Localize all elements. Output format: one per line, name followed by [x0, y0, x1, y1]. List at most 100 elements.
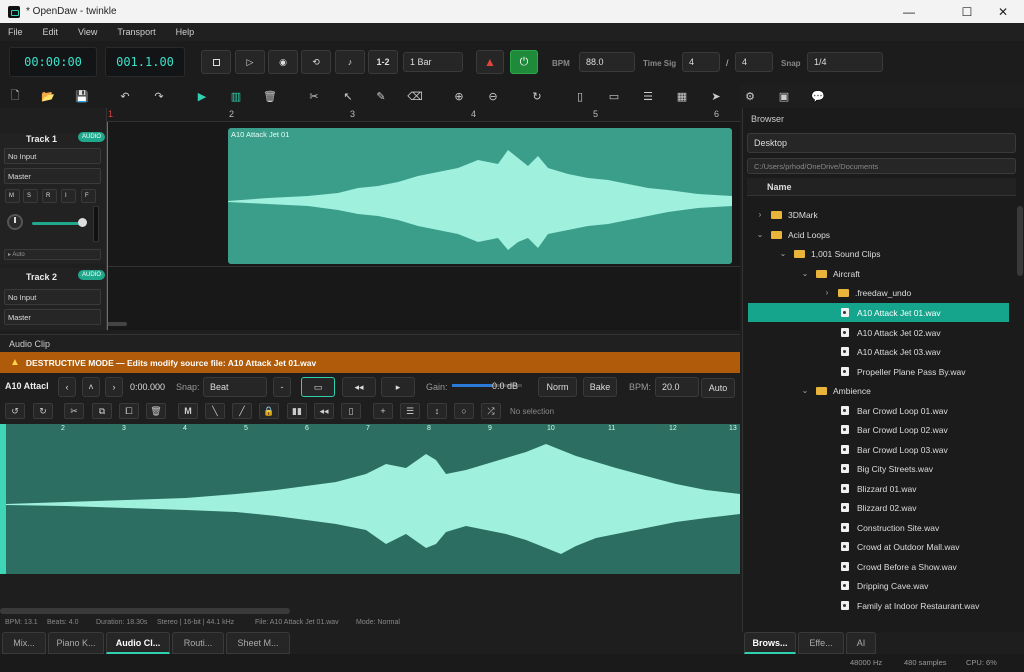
track-1-pan-knob[interactable]	[7, 214, 23, 230]
tree-file[interactable]: Bar Crowd Loop 02.wav	[743, 420, 1009, 439]
gain-slider[interactable]	[452, 384, 492, 387]
tree-file[interactable]: Blizzard 01.wav	[743, 479, 1009, 498]
tree-file[interactable]: Bar Crowd Loop 01.wav	[743, 401, 1009, 420]
tree-file-selected[interactable]: A10 Attack Jet 01.wav	[748, 303, 1009, 322]
menu-transport[interactable]: Transport	[117, 27, 155, 37]
timeline-ruler[interactable]: 1 2 3 4 5 6	[107, 108, 740, 122]
paste-icon[interactable]: ⧠	[119, 403, 139, 419]
track-1-solo-button[interactable]: S	[23, 189, 38, 203]
shuffle-icon[interactable]: ⤮	[481, 403, 501, 419]
track-2-input-select[interactable]: No Input	[4, 289, 101, 305]
track-1-header[interactable]: Track 1 AUDIO No Input Master M S R I F …	[0, 132, 106, 264]
browser-path-field[interactable]: C:/Users/prhod/OneDrive/Documents	[747, 158, 1016, 174]
close-button[interactable]: ✕	[980, 0, 1024, 23]
settings-gear-icon[interactable]: ⚙	[742, 88, 758, 104]
bars-icon[interactable]: ▮▮	[287, 403, 307, 419]
arrange-scrollbar[interactable]	[107, 322, 127, 326]
tree-file[interactable]: Crowd at Outdoor Mall.wav	[743, 537, 1009, 556]
snap-decrease-button[interactable]: -	[273, 377, 291, 397]
punch-button[interactable]: ▲	[476, 50, 504, 74]
circle-icon[interactable]: ○	[454, 403, 474, 419]
document-icon[interactable]: ▯	[572, 88, 588, 104]
fade-out-icon[interactable]: ╱	[232, 403, 252, 419]
new-file-icon[interactable]: 🗋	[7, 88, 23, 104]
track-2-output-select[interactable]: Master	[4, 309, 101, 325]
tab-effects[interactable]: Effe...	[798, 632, 844, 654]
select-arrow-icon[interactable]: ↖	[340, 88, 356, 104]
tab-piano-roll[interactable]: Piano K...	[48, 632, 104, 654]
snap-select[interactable]: 1/4	[807, 52, 883, 72]
add-icon[interactable]: +	[373, 403, 393, 419]
piano-tool-icon[interactable]: ▥	[228, 88, 244, 104]
playhead[interactable]	[107, 122, 108, 330]
record-button[interactable]: ◉	[268, 50, 298, 74]
track-1-volume-handle[interactable]	[78, 218, 87, 227]
tab-browser[interactable]: Brows...	[744, 632, 796, 654]
normalize-button[interactable]: Norm	[538, 377, 577, 397]
clip-rewind-button[interactable]: ◂◂	[342, 377, 376, 397]
nudge-right-button[interactable]: ›	[105, 377, 123, 397]
track-1-output-select[interactable]: Master	[4, 168, 101, 184]
time-sig-denominator[interactable]: 4	[735, 52, 773, 72]
tree-file[interactable]: Bar Crowd Loop 03.wav	[743, 440, 1009, 459]
auto-bpm-button[interactable]: Auto	[701, 378, 735, 398]
rotate-left-icon[interactable]: ↺	[5, 403, 25, 419]
loop-range-button[interactable]: 1-2	[368, 50, 398, 74]
tree-file[interactable]: A10 Attack Jet 03.wav	[743, 342, 1009, 361]
image-icon[interactable]: ▣	[776, 88, 792, 104]
track-1-fx-button[interactable]: F	[81, 189, 96, 203]
lock-icon[interactable]: 🔒	[259, 403, 279, 419]
menu-view[interactable]: View	[78, 27, 97, 37]
eq-icon[interactable]: ☰	[400, 403, 420, 419]
redo-icon[interactable]: ↷	[151, 88, 167, 104]
tree-folder-sound-clips[interactable]: ⌄ 1,001 Sound Clips	[743, 244, 1009, 263]
nudge-left-button[interactable]: ‹	[58, 377, 76, 397]
minimize-button[interactable]: —	[886, 0, 932, 23]
refresh-icon[interactable]: ↻	[529, 88, 545, 104]
mixer-sliders-icon[interactable]: ☰	[640, 88, 656, 104]
tree-folder-3dmark[interactable]: › 3DMark	[743, 205, 1009, 224]
browser-column-header[interactable]: Name	[747, 178, 1016, 196]
tree-file[interactable]: Family at Indoor Restaurant.wav	[743, 596, 1009, 615]
track-1-automation-toggle[interactable]: ▸ Auto	[4, 249, 101, 260]
reverse-icon[interactable]: ◂◂	[314, 403, 334, 419]
track-1-input-select[interactable]: No Input	[4, 148, 101, 164]
tree-folder-acid-loops[interactable]: ⌄ Acid Loops	[743, 225, 1009, 244]
copy-icon[interactable]: ⧉	[92, 403, 112, 419]
tab-routing[interactable]: Routi...	[172, 632, 224, 654]
play-button[interactable]: ▷	[235, 50, 265, 74]
stretch-icon[interactable]: ↕	[427, 403, 447, 419]
track-1-record-button[interactable]: R	[42, 189, 57, 203]
track-1-mute-button[interactable]: M	[5, 189, 20, 203]
tab-ai[interactable]: AI	[846, 632, 876, 654]
menu-edit[interactable]: Edit	[43, 27, 59, 37]
tree-file[interactable]: Big City Streets.wav	[743, 459, 1009, 478]
tab-sheet-music[interactable]: Sheet M...	[226, 632, 290, 654]
delete-icon[interactable]: 🗑	[262, 88, 278, 104]
tree-folder-aircraft[interactable]: ⌄ Aircraft	[743, 264, 1009, 283]
clip-doc-icon[interactable]: ▯	[341, 403, 361, 419]
eraser-icon[interactable]: ⌫	[407, 88, 423, 104]
mute-icon[interactable]: M	[178, 403, 198, 419]
clip-play-button[interactable]: ▸	[381, 377, 415, 397]
bpm-input[interactable]: 88.0	[579, 52, 635, 72]
clip-snap-select[interactable]: Beat	[203, 377, 267, 397]
rotate-right-icon[interactable]: ↻	[33, 403, 53, 419]
pencil-icon[interactable]: ✎	[373, 88, 389, 104]
nudge-up-button[interactable]: ˄	[82, 377, 100, 397]
fade-in-icon[interactable]: ╲	[205, 403, 225, 419]
tab-mixer[interactable]: Mix...	[2, 632, 46, 654]
folder-icon[interactable]: ▭	[606, 88, 622, 104]
clip-waveform-editor[interactable]: 2 3 4 5 6 7 8 9 10 11 12 13	[0, 424, 740, 574]
tree-folder-undo[interactable]: › .freedaw_undo	[743, 283, 1009, 302]
zoom-in-icon[interactable]: ⊕	[451, 88, 467, 104]
chat-icon[interactable]: 💬	[810, 88, 826, 104]
pointer-tool-icon[interactable]: ▶	[194, 88, 210, 104]
tree-file[interactable]: Construction Site.wav	[743, 518, 1009, 537]
clip-bpm-input[interactable]: 20.0	[655, 377, 699, 397]
metronome-button[interactable]: ♪	[335, 50, 365, 74]
menu-file[interactable]: File	[8, 27, 23, 37]
tree-file[interactable]: A10 Attack Jet 02.wav	[743, 323, 1009, 342]
loop-length-select[interactable]: 1 Bar	[403, 52, 463, 72]
save-icon[interactable]: 💾	[74, 88, 90, 104]
